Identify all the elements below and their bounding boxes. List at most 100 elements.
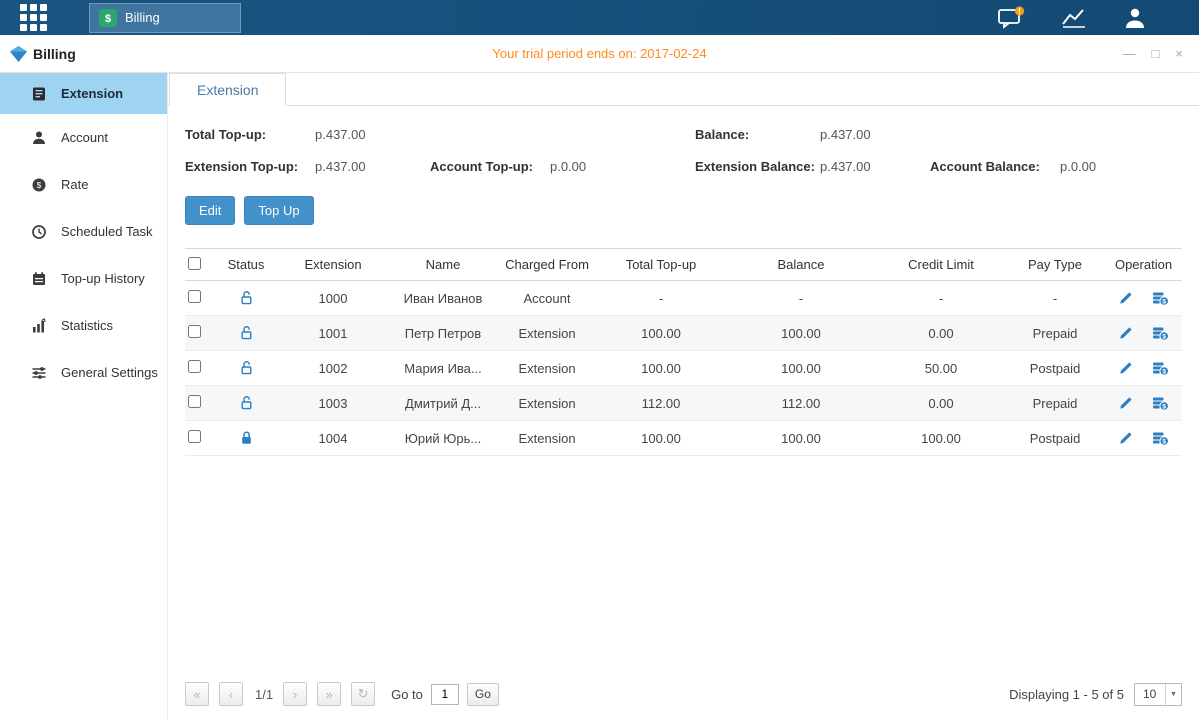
topup-icon[interactable]: $: [1152, 395, 1169, 411]
page-indicator: 1/1: [255, 687, 273, 702]
cell-total-topup: 100.00: [597, 351, 725, 386]
edit-icon[interactable]: [1118, 361, 1133, 376]
row-checkbox[interactable]: [188, 290, 201, 303]
cell-charged-from: Extension: [497, 316, 597, 351]
close-button[interactable]: ×: [1175, 47, 1183, 60]
cell-total-topup: 112.00: [597, 386, 725, 421]
sidebar-item-account[interactable]: Account: [0, 114, 167, 161]
messages-icon[interactable]: !: [997, 6, 1025, 30]
sidebar-item-rate[interactable]: $ Rate: [0, 161, 167, 208]
edit-icon[interactable]: [1118, 291, 1133, 306]
edit-icon[interactable]: [1118, 326, 1133, 341]
svg-text:$: $: [105, 13, 111, 25]
cell-credit-limit: -: [877, 281, 1005, 316]
cell-balance: 100.00: [725, 351, 877, 386]
refresh-icon[interactable]: ↻: [351, 682, 375, 706]
summary-label: Account Top-up:: [430, 159, 550, 174]
summary-label: Account Balance:: [930, 159, 1060, 174]
row-checkbox[interactable]: [188, 325, 201, 338]
cell-extension: 1003: [277, 386, 389, 421]
page-size-value: 10: [1135, 687, 1165, 701]
goto-label: Go to: [391, 687, 423, 702]
edit-icon[interactable]: [1118, 431, 1133, 446]
cell-pay-type: Prepaid: [1005, 316, 1105, 351]
prev-page-button[interactable]: ‹: [219, 682, 243, 706]
sidebar-item-extension[interactable]: Extension: [0, 73, 167, 114]
table-row: 1000 Иван Иванов Account - - - - $: [185, 281, 1182, 316]
rate-icon: $: [30, 177, 48, 193]
billing-app-window: $ Billing ! Your trial period ends on: 2…: [0, 0, 1199, 720]
statistics-chart-icon[interactable]: [1061, 8, 1087, 28]
svg-text:$: $: [1163, 299, 1167, 306]
page-size-select[interactable]: 10 ▼: [1134, 683, 1182, 706]
lock-open-icon: [239, 325, 254, 341]
minimize-button[interactable]: —: [1123, 47, 1136, 60]
cell-total-topup: 100.00: [597, 316, 725, 351]
sidebar-item-scheduled-task[interactable]: Scheduled Task: [0, 208, 167, 255]
cell-balance: -: [725, 281, 877, 316]
extension-table: Status Extension Name Charged From Total…: [185, 248, 1182, 456]
go-button[interactable]: Go: [467, 683, 499, 706]
edit-icon[interactable]: [1118, 396, 1133, 411]
cell-name: Петр Петров: [389, 316, 497, 351]
window-title: Billing: [33, 46, 76, 62]
cell-balance: 100.00: [725, 316, 877, 351]
cell-total-topup: -: [597, 281, 725, 316]
cell-name: Юрий Юрь...: [389, 421, 497, 456]
last-page-button[interactable]: »: [317, 682, 341, 706]
topup-icon[interactable]: $: [1152, 325, 1169, 341]
column-header-total-topup: Total Top-up: [597, 249, 725, 281]
summary-value: p.437.00: [820, 159, 871, 174]
table-row: 1002 Мария Ива... Extension 100.00 100.0…: [185, 351, 1182, 386]
topup-history-icon: [30, 271, 48, 287]
summary-label: Extension Top-up:: [185, 159, 315, 174]
next-page-button[interactable]: ›: [283, 682, 307, 706]
tab-extension[interactable]: Extension: [169, 73, 286, 106]
cell-extension: 1002: [277, 351, 389, 386]
summary-value: p.0.00: [1060, 159, 1096, 174]
scheduled-task-icon: [30, 224, 48, 240]
sidebar-item-label: Top-up History: [61, 271, 145, 286]
cell-total-topup: 100.00: [597, 421, 725, 456]
billing-app-tab[interactable]: $ Billing: [89, 3, 241, 33]
cell-extension: 1000: [277, 281, 389, 316]
maximize-button[interactable]: □: [1152, 47, 1160, 60]
column-header-operation: Operation: [1105, 249, 1182, 281]
svg-text:$: $: [1163, 334, 1167, 341]
first-page-button[interactable]: «: [185, 682, 209, 706]
summary-label: Total Top-up:: [185, 127, 315, 142]
general-settings-icon: [30, 365, 48, 381]
sidebar-item-label: General Settings: [61, 365, 158, 380]
goto-page-input[interactable]: [431, 684, 459, 705]
topup-icon[interactable]: $: [1152, 360, 1169, 376]
app-grid-icon[interactable]: [20, 4, 47, 31]
user-account-icon[interactable]: [1123, 7, 1147, 29]
balance-summary: Total Top-up: p.437.00 Balance: p.437.00…: [185, 127, 1182, 191]
top-bar-icons: !: [997, 6, 1147, 30]
svg-text:$: $: [1163, 439, 1167, 446]
sidebar-item-general-settings[interactable]: General Settings: [0, 349, 167, 396]
extension-icon: [30, 86, 48, 102]
row-checkbox[interactable]: [188, 360, 201, 373]
sidebar-item-statistics[interactable]: Statistics: [0, 302, 167, 349]
sidebar-item-topup-history[interactable]: Top-up History: [0, 255, 167, 302]
column-header-credit-limit: Credit Limit: [877, 249, 1005, 281]
edit-button[interactable]: Edit: [185, 196, 235, 225]
window-title-bar: Your trial period ends on: 2017-02-24 Bi…: [0, 35, 1199, 73]
sidebar-item-label: Account: [61, 130, 108, 145]
row-checkbox[interactable]: [188, 395, 201, 408]
column-header-status: Status: [215, 249, 277, 281]
lock-open-icon: [239, 290, 254, 306]
row-checkbox[interactable]: [188, 430, 201, 443]
billing-dollar-icon: $: [99, 9, 117, 27]
topup-icon[interactable]: $: [1152, 290, 1169, 306]
cell-credit-limit: 50.00: [877, 351, 1005, 386]
sidebar-item-label: Statistics: [61, 318, 113, 333]
cell-name: Иван Иванов: [389, 281, 497, 316]
top-up-button[interactable]: Top Up: [244, 196, 313, 225]
topup-icon[interactable]: $: [1152, 430, 1169, 446]
select-all-checkbox[interactable]: [188, 257, 201, 270]
table-header-row: Status Extension Name Charged From Total…: [185, 249, 1182, 281]
cell-balance: 112.00: [725, 386, 877, 421]
sidebar-item-label: Rate: [61, 177, 88, 192]
